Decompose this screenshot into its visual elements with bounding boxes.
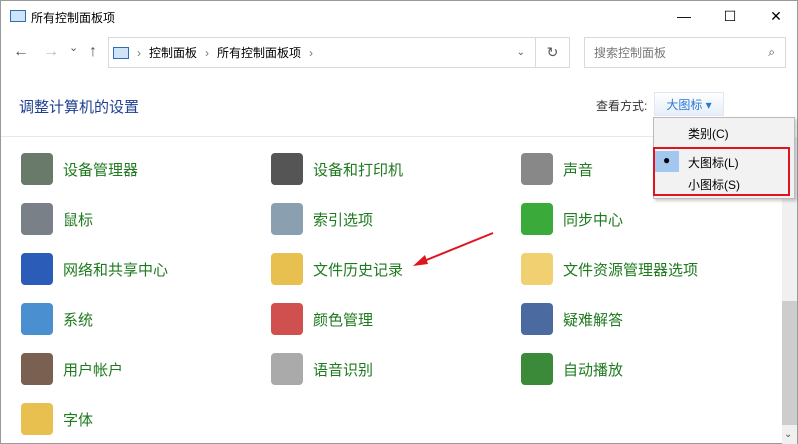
- item-label: 文件历史记录: [313, 261, 404, 279]
- search-placeholder: 搜索控制面板: [594, 46, 667, 60]
- scrollbar-thumb[interactable]: [782, 301, 797, 425]
- item-icon: [271, 303, 303, 335]
- forward-button[interactable]: →: [43, 43, 59, 61]
- control-panel-item[interactable]: 文件资源管理器选项: [521, 251, 698, 287]
- close-button[interactable]: ✕: [753, 1, 798, 31]
- item-label: 设备管理器: [63, 161, 139, 179]
- item-icon: [21, 403, 53, 435]
- item-icon: [21, 253, 53, 285]
- title-bar: 所有控制面板项 — ☐ ✕: [1, 1, 798, 33]
- item-icon: [271, 153, 303, 185]
- item-label: 文件资源管理器选项: [563, 261, 699, 279]
- item-label: 颜色管理: [313, 311, 374, 329]
- breadcrumb-all-items[interactable]: 所有控制面板项: [217, 44, 301, 61]
- control-panel-item[interactable]: 颜色管理: [271, 301, 373, 337]
- item-label: 网络和共享中心: [63, 261, 169, 279]
- item-icon: [271, 353, 303, 385]
- control-panel-item[interactable]: 设备管理器: [21, 151, 138, 187]
- item-icon: [21, 353, 53, 385]
- control-panel-item[interactable]: 用户帐户: [21, 351, 123, 387]
- control-panel-item[interactable]: 字体: [21, 401, 93, 437]
- recent-locations-button[interactable]: ⌄: [69, 41, 78, 54]
- item-label: 设备和打印机: [313, 161, 404, 179]
- item-icon: [21, 153, 53, 185]
- item-label: 用户帐户: [63, 361, 124, 379]
- back-button[interactable]: ←: [13, 43, 29, 61]
- address-bar[interactable]: › 控制面板 › 所有控制面板项 › ⌄: [108, 37, 536, 68]
- control-panel-icon: [10, 10, 26, 22]
- breadcrumb-control-panel[interactable]: 控制面板: [149, 44, 197, 61]
- item-label: 自动播放: [563, 361, 624, 379]
- control-panel-item[interactable]: 疑难解答: [521, 301, 623, 337]
- item-label: 系统: [63, 311, 94, 329]
- item-label: 语音识别: [313, 361, 374, 379]
- scroll-down-icon[interactable]: ⌄: [784, 429, 792, 440]
- up-button[interactable]: ↑: [89, 43, 97, 61]
- search-input[interactable]: 搜索控制面板 ⌕: [584, 37, 786, 68]
- page-title: 调整计算机的设置: [19, 99, 140, 116]
- view-by-dropdown[interactable]: 大图标 ▾: [654, 92, 724, 116]
- item-icon: [521, 153, 553, 185]
- control-panel-item[interactable]: 同步中心: [521, 201, 623, 237]
- control-panel-item[interactable]: 索引选项: [271, 201, 373, 237]
- item-icon: [521, 353, 553, 385]
- control-panel-item[interactable]: 网络和共享中心: [21, 251, 168, 287]
- control-panel-item[interactable]: 设备和打印机: [271, 151, 403, 187]
- item-icon: [521, 303, 553, 335]
- item-label: 索引选项: [313, 211, 374, 229]
- control-panel-item[interactable]: 鼠标: [21, 201, 93, 237]
- refresh-button[interactable]: ↻: [536, 37, 570, 68]
- control-panel-item[interactable]: 文件历史记录: [271, 251, 403, 287]
- item-icon: [21, 203, 53, 235]
- menu-item-category[interactable]: 类别(C): [688, 125, 729, 142]
- item-label: 鼠标: [63, 211, 94, 229]
- item-icon: [21, 303, 53, 335]
- control-panel-item[interactable]: 系统: [21, 301, 93, 337]
- view-by-label: 查看方式:: [596, 99, 648, 113]
- item-icon: [521, 203, 553, 235]
- item-label: 同步中心: [563, 211, 624, 229]
- highlight-box: [653, 147, 790, 196]
- item-label: 声音: [563, 161, 594, 179]
- maximize-button[interactable]: ☐: [707, 1, 753, 31]
- control-panel-item[interactable]: 自动播放: [521, 351, 623, 387]
- item-label: 字体: [63, 411, 94, 429]
- item-icon: [271, 253, 303, 285]
- item-icon: [521, 253, 553, 285]
- item-label: 疑难解答: [563, 311, 624, 329]
- item-icon: [271, 203, 303, 235]
- address-dropdown-icon[interactable]: ⌄: [517, 47, 525, 58]
- control-panel-item[interactable]: 语音识别: [271, 351, 373, 387]
- control-panel-icon: [113, 46, 129, 59]
- minimize-button[interactable]: —: [661, 1, 707, 31]
- search-icon[interactable]: ⌕: [768, 45, 775, 60]
- control-panel-item[interactable]: 声音: [521, 151, 593, 187]
- window-title: 所有控制面板项: [31, 11, 116, 25]
- annotation-arrow: [413, 232, 494, 266]
